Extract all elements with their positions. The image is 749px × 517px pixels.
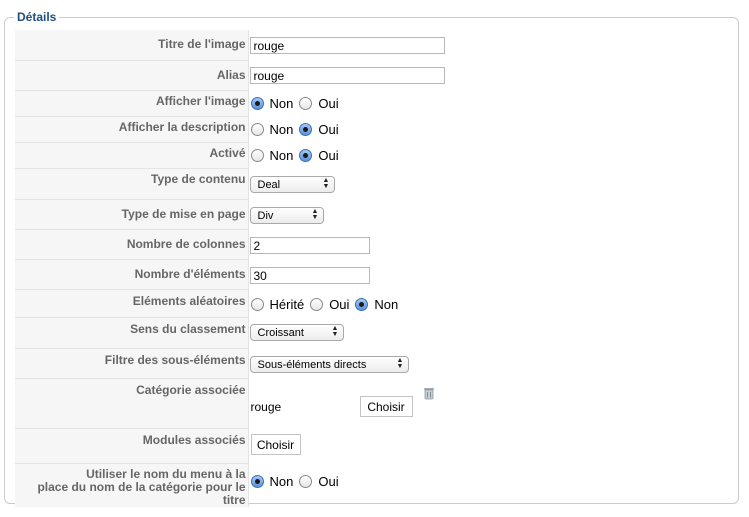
radio-label: Oui — [329, 297, 350, 312]
label-cell: Afficher l'image — [15, 90, 249, 117]
select-value: Deal — [257, 178, 281, 191]
nombre-elements-input[interactable] — [249, 267, 370, 284]
label-cell: Titre de l'image — [15, 30, 249, 61]
field-label: Filtre des sous-éléments — [104, 352, 246, 367]
details-table: Titre de l'image Alias Afficher l'image … — [15, 30, 736, 507]
label-cell: Sens du classement — [15, 317, 249, 349]
row-modules-associes: Modules associés Choisir — [15, 428, 736, 464]
radio-oui[interactable] — [310, 298, 324, 311]
select-arrows-icon: ▲ ▼ — [396, 357, 404, 370]
choisir-categorie-button[interactable]: Choisir — [359, 396, 413, 417]
field-label: Type de contenu — [151, 171, 246, 186]
row-alias: Alias — [15, 60, 736, 91]
radio-label: Oui — [318, 96, 339, 111]
radio-oui[interactable] — [299, 149, 313, 162]
radio-oui[interactable] — [299, 475, 313, 488]
radio-label: Non — [374, 297, 399, 312]
radio-label: Non — [269, 148, 294, 163]
field-label: Catégorie associée — [136, 382, 246, 397]
row-nombre-elements: Nombre d'éléments — [15, 259, 736, 290]
radio-label: Non — [269, 96, 294, 111]
radio-label: Oui — [318, 122, 339, 137]
categorie-value: rouge — [250, 400, 282, 414]
alias-input[interactable] — [249, 67, 445, 84]
label-cell: Type de mise en page — [15, 199, 249, 230]
field-label: Activé — [209, 145, 246, 160]
label-cell: Eléments aléatoires — [15, 289, 249, 318]
label-cell: Nombre de colonnes — [15, 229, 249, 260]
radio-non[interactable] — [250, 97, 264, 110]
field-label: Afficher l'image — [155, 93, 246, 108]
select-value: Croissant — [257, 326, 304, 339]
filtre-sous-elements-select[interactable]: Sous-éléments directs ▲ ▼ — [249, 356, 409, 373]
field-label: Modules associés — [142, 432, 246, 447]
sens-classement-select[interactable]: Croissant ▲ ▼ — [249, 324, 344, 341]
select-value: Div — [257, 209, 274, 222]
row-nombre-colonnes: Nombre de colonnes — [15, 229, 736, 260]
field-label: Sens du classement — [130, 321, 246, 336]
radio-non[interactable] — [250, 475, 264, 488]
label-cell: Catégorie associée — [15, 378, 249, 429]
row-active: Activé Non Oui — [15, 142, 736, 169]
radio-label: Non — [269, 474, 294, 489]
label-cell: Filtre des sous-éléments — [15, 348, 249, 379]
nombre-colonnes-input[interactable] — [249, 237, 370, 254]
type-contenu-select[interactable]: Deal ▲ ▼ — [249, 176, 335, 193]
radio-non[interactable] — [355, 298, 369, 311]
field-label: Alias — [216, 67, 246, 82]
select-arrows-icon: ▲ ▼ — [322, 177, 330, 190]
label-cell: Nombre d'éléments — [15, 259, 249, 290]
row-elements-aleatoires: Eléments aléatoires Hérité Oui Non — [15, 289, 736, 318]
field-label-line2: place du nom de la catégorie pour le tit… — [37, 479, 246, 507]
label-cell: Activé — [15, 142, 249, 169]
row-afficher-image: Afficher l'image Non Oui — [15, 90, 736, 117]
row-type-contenu: Type de contenu Deal ▲ ▼ — [15, 168, 736, 200]
radio-label: Non — [269, 122, 294, 137]
fieldset-legend: Détails — [14, 10, 60, 24]
field-label: Nombre de colonnes — [126, 236, 246, 251]
field-label-line1: Utiliser le nom du menu à la — [86, 466, 246, 481]
select-arrows-icon: ▲ ▼ — [311, 208, 319, 221]
select-value: Sous-éléments directs — [257, 358, 367, 371]
radio-label: Oui — [318, 474, 339, 489]
radio-label: Oui — [318, 148, 339, 163]
row-utiliser-nom-menu: Utiliser le nom du menu à la place du no… — [15, 463, 736, 507]
radio-herite[interactable] — [250, 298, 264, 311]
radio-non[interactable] — [250, 123, 264, 136]
field-label: Eléments aléatoires — [132, 293, 246, 308]
radio-oui[interactable] — [299, 97, 313, 110]
row-type-mise-en-page: Type de mise en page Div ▲ ▼ — [15, 199, 736, 230]
field-label: Titre de l'image — [158, 37, 246, 51]
label-cell: Type de contenu — [15, 168, 249, 200]
radio-oui[interactable] — [299, 123, 313, 136]
row-filtre-sous-elements: Filtre des sous-éléments Sous-éléments d… — [15, 348, 736, 379]
field-label: Type de mise en page — [121, 206, 246, 221]
row-sens-classement: Sens du classement Croissant ▲ ▼ — [15, 317, 736, 349]
label-cell: Utiliser le nom du menu à la place du no… — [15, 463, 249, 507]
row-categorie-associee: Catégorie associée rouge Choisir — [15, 378, 736, 429]
field-label: Utiliser le nom du menu à la place du no… — [15, 464, 246, 507]
field-label: Afficher la description — [118, 119, 246, 134]
radio-group-afficher-description: Non Oui — [250, 122, 345, 137]
radio-non[interactable] — [250, 149, 264, 162]
trash-icon[interactable] — [423, 386, 435, 400]
label-cell: Afficher la description — [15, 116, 249, 143]
radio-group-utiliser-nom-menu: Non Oui — [250, 474, 345, 489]
select-arrows-icon: ▲ ▼ — [331, 325, 339, 338]
type-mise-en-page-select[interactable]: Div ▲ ▼ — [249, 207, 324, 224]
radio-group-elements-aleatoires: Hérité Oui Non — [250, 297, 405, 312]
radio-label: Hérité — [269, 297, 305, 312]
label-cell: Modules associés — [15, 428, 249, 464]
label-cell: Alias — [15, 60, 249, 91]
radio-group-afficher-image: Non Oui — [250, 96, 345, 111]
row-afficher-description: Afficher la description Non Oui — [15, 116, 736, 143]
field-label: Nombre d'éléments — [134, 266, 246, 281]
choisir-modules-button[interactable]: Choisir — [250, 434, 301, 455]
titre-input[interactable] — [249, 37, 445, 54]
row-titre: Titre de l'image — [15, 30, 736, 61]
radio-group-active: Non Oui — [250, 148, 345, 163]
